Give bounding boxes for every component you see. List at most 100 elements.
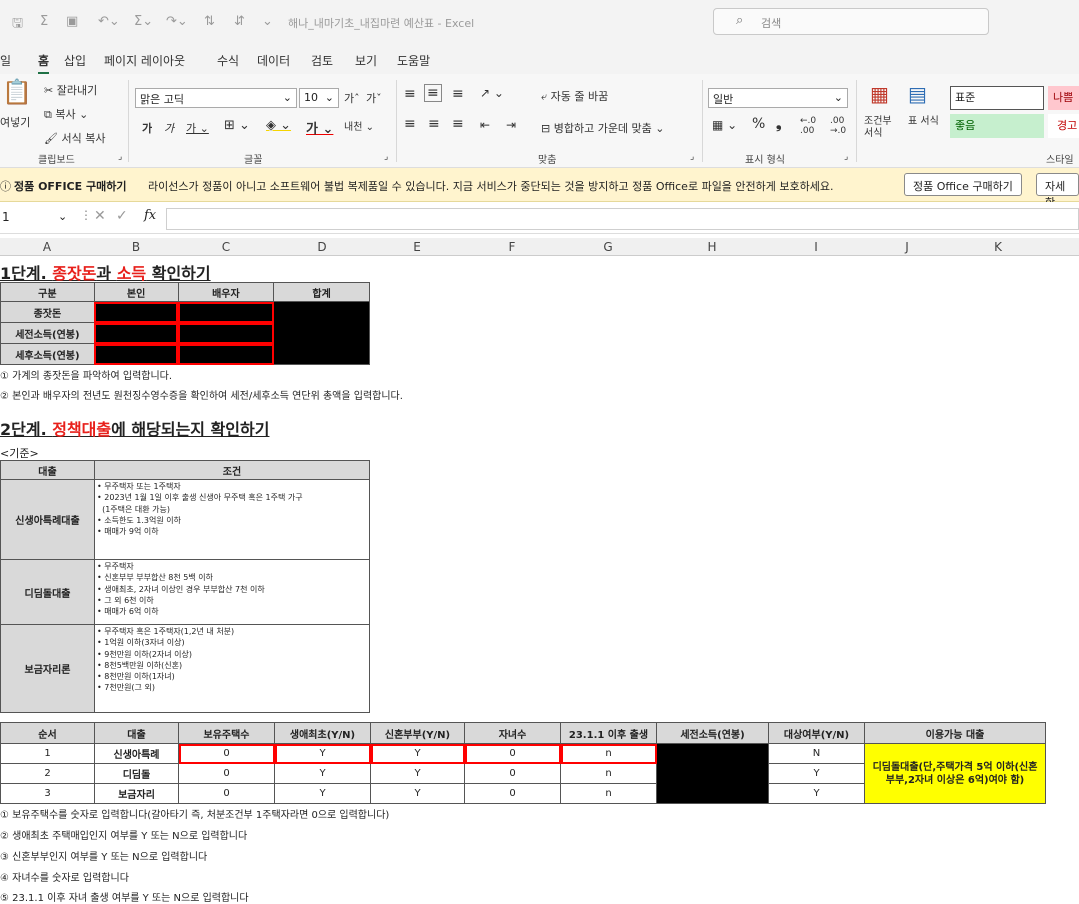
fill-color-icon[interactable]: ◈ ⌄: [266, 118, 291, 133]
orientation-icon[interactable]: ↗ ⌄: [480, 86, 504, 100]
sum-icon[interactable]: Σ⌄: [134, 14, 153, 29]
name-box[interactable]: 1: [2, 210, 10, 224]
alignment-launcher-icon[interactable]: ⌟: [690, 152, 694, 162]
column-header-g[interactable]: G: [560, 240, 656, 254]
redo-icon[interactable]: ↷⌄: [166, 14, 188, 29]
available-loan-cell[interactable]: 디딤돌대출(단,주택가격 5억 이하(신혼부부,2자녀 이상은 6억)여야 함): [864, 743, 1046, 804]
children-cell[interactable]: 0: [464, 783, 561, 804]
tab-insert[interactable]: 삽입: [64, 52, 86, 69]
order-cell[interactable]: 2: [0, 763, 95, 784]
buy-office-button[interactable]: 정품 Office 구매하기: [904, 173, 1022, 196]
column-header-k[interactable]: K: [950, 240, 1046, 254]
indent-increase-icon[interactable]: ⇥: [506, 118, 516, 132]
conditional-format-icon[interactable]: ▦: [870, 82, 889, 106]
loan-cell[interactable]: 디딤돌: [94, 763, 179, 784]
sort-asc-icon[interactable]: ⇅: [204, 14, 215, 29]
decrease-decimal-icon[interactable]: .00 →.0: [830, 116, 846, 136]
accounting-icon[interactable]: ▦ ⌄: [712, 118, 737, 132]
format-painter-button[interactable]: 🖌 서식 복사: [44, 130, 105, 146]
font-size-select[interactable]: 10 ⌄: [299, 88, 339, 108]
cancel-icon[interactable]: ✕: [94, 208, 106, 224]
children-cell[interactable]: 0: [464, 763, 561, 784]
tab-data[interactable]: 데이터: [257, 52, 290, 69]
tab-view[interactable]: 보기: [355, 52, 377, 69]
align-left-icon[interactable]: ≡: [404, 116, 416, 132]
cut-button[interactable]: ✂ 잘라내기: [44, 82, 97, 98]
column-header-a[interactable]: A: [0, 240, 94, 254]
save-as-icon[interactable]: ▣: [66, 14, 78, 29]
worksheet[interactable]: 1단계. 종잣돈과 소득 확인하기 구분 본인 배우자 합계 종잣돈 세전소득(연봉)…: [0, 256, 1079, 904]
column-header-b[interactable]: B: [94, 240, 178, 254]
wrap-text-button[interactable]: ⤶ 자동 줄 바꿈: [541, 88, 608, 104]
align-bottom-icon[interactable]: ≡: [452, 86, 464, 102]
more-options-icon[interactable]: ⋮: [80, 208, 92, 222]
indent-decrease-icon[interactable]: ⇤: [480, 118, 490, 132]
born-after-cell[interactable]: n: [560, 743, 657, 764]
loan-cell[interactable]: 보금자리: [94, 783, 179, 804]
underline-icon[interactable]: 가 ⌄: [186, 120, 209, 136]
undo-icon[interactable]: ↶⌄: [98, 14, 120, 29]
newlywed-cell[interactable]: Y: [370, 743, 465, 764]
italic-icon[interactable]: 가: [164, 120, 174, 136]
column-header-h[interactable]: H: [656, 240, 768, 254]
sort-desc-icon[interactable]: ⇵: [234, 14, 245, 29]
newlywed-cell[interactable]: Y: [370, 763, 465, 784]
customize-icon[interactable]: ⌄: [262, 14, 273, 29]
pretax-income-self-cell[interactable]: [93, 322, 179, 344]
born-after-cell[interactable]: n: [560, 763, 657, 784]
newlywed-cell[interactable]: Y: [370, 783, 465, 804]
comma-icon[interactable]: ❟: [776, 116, 782, 132]
style-normal[interactable]: 표준: [950, 86, 1044, 110]
pretax-income-spouse-cell[interactable]: [177, 322, 275, 344]
paste-label[interactable]: 여넣기: [0, 114, 30, 130]
houses-owned-cell[interactable]: 0: [178, 783, 275, 804]
formula-input[interactable]: [166, 208, 1079, 230]
column-header-f[interactable]: F: [464, 240, 560, 254]
border-icon[interactable]: ⊞ ⌄: [224, 118, 250, 133]
column-header-e[interactable]: E: [370, 240, 464, 254]
align-middle-icon[interactable]: ≡: [424, 84, 442, 102]
first-time-cell[interactable]: Y: [274, 743, 371, 764]
font-shrink-icon[interactable]: 가ˇ: [366, 90, 382, 106]
name-box-dropdown-icon[interactable]: ⌄: [58, 210, 67, 223]
tab-file[interactable]: 일: [0, 52, 11, 69]
table-format-icon[interactable]: ▤: [908, 82, 927, 106]
order-cell[interactable]: 1: [0, 743, 95, 764]
seed-money-spouse-cell[interactable]: [177, 301, 275, 323]
autosum-icon[interactable]: Σ: [40, 14, 48, 29]
increase-decimal-icon[interactable]: ←.0.00: [800, 116, 816, 136]
eligibility-cell[interactable]: N: [768, 743, 865, 764]
enter-icon[interactable]: ✓: [116, 208, 128, 224]
seed-money-self-cell[interactable]: [93, 301, 179, 323]
column-header-c[interactable]: C: [178, 240, 274, 254]
houses-owned-cell[interactable]: 0: [178, 763, 275, 784]
font-color-icon[interactable]: 가 ⌄: [306, 118, 333, 137]
align-right-icon[interactable]: ≡: [452, 116, 464, 132]
more-info-button[interactable]: 자세한: [1036, 173, 1079, 209]
conditional-format-label[interactable]: 조건부 서식: [864, 116, 902, 140]
copy-button[interactable]: ⧉ 복사 ⌄: [44, 106, 88, 122]
number-format-select[interactable]: 일반 ⌄: [708, 88, 848, 108]
first-time-cell[interactable]: Y: [274, 763, 371, 784]
insert-function-icon[interactable]: fx: [144, 208, 156, 223]
tab-review[interactable]: 검토: [311, 52, 333, 69]
aftertax-income-self-cell[interactable]: [93, 343, 179, 365]
search-box[interactable]: ⌕ 검색: [713, 8, 989, 35]
tab-home[interactable]: 홈: [38, 52, 50, 74]
merge-center-button[interactable]: ⊟ 병합하고 가운데 맞춤 ⌄: [541, 120, 665, 136]
table-format-label[interactable]: 표 서식: [908, 116, 942, 128]
column-header-i[interactable]: I: [768, 240, 864, 254]
order-cell[interactable]: 3: [0, 783, 95, 804]
style-good[interactable]: 좋음: [950, 114, 1044, 138]
font-grow-icon[interactable]: 가ˆ: [344, 90, 360, 106]
align-top-icon[interactable]: ≡: [404, 86, 416, 102]
houses-owned-cell[interactable]: 0: [178, 743, 275, 764]
tab-help[interactable]: 도움말: [397, 52, 430, 69]
phonetic-icon[interactable]: 내천 ⌄: [344, 118, 374, 133]
clipboard-launcher-icon[interactable]: ⌟: [118, 152, 122, 162]
tab-formulas[interactable]: 수식: [217, 52, 239, 69]
font-launcher-icon[interactable]: ⌟: [384, 152, 388, 162]
align-center-icon[interactable]: ≡: [428, 116, 440, 132]
column-header-d[interactable]: D: [274, 240, 370, 254]
loan-cell[interactable]: 신생아특례: [94, 743, 179, 764]
